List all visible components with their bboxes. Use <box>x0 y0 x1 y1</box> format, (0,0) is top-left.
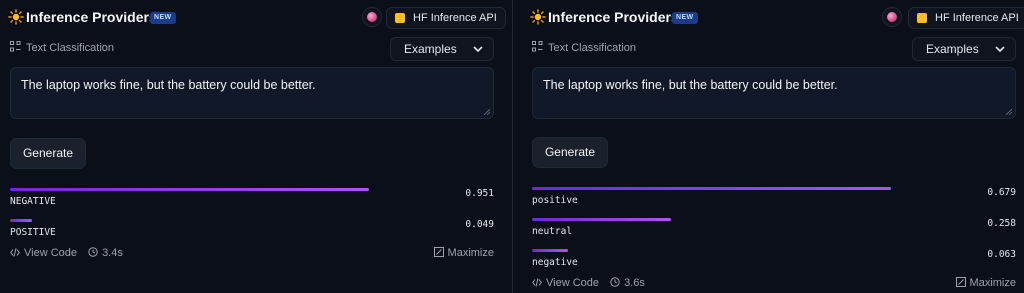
provider-name: HF Inference API <box>413 12 497 24</box>
score-bar <box>532 249 568 252</box>
text-classification-icon <box>532 41 543 52</box>
examples-dropdown[interactable]: Examples <box>912 37 1016 61</box>
result-score: 0.049 <box>465 219 494 230</box>
elapsed-time-value: 3.4s <box>102 247 123 259</box>
elapsed-time: 3.6s <box>610 277 645 289</box>
maximize-label: Maximize <box>447 247 494 259</box>
inference-widget-right: Inference Providers NEW HF Inference API… <box>522 0 1024 293</box>
result-score: 0.258 <box>987 218 1016 229</box>
widget-title: Inference Providers <box>26 9 157 25</box>
provider-name: HF Inference API <box>935 12 1019 24</box>
generate-button[interactable]: Generate <box>10 138 86 169</box>
result-score: 0.063 <box>987 249 1016 260</box>
task-name: Text Classification <box>548 42 637 54</box>
sun-icon <box>8 9 24 25</box>
result-label: positive <box>532 195 578 206</box>
examples-label: Examples <box>926 42 979 56</box>
clock-icon <box>88 247 98 257</box>
chevron-down-icon <box>995 46 1005 53</box>
resize-handle-icon[interactable] <box>484 109 490 115</box>
result-score: 0.951 <box>465 188 494 199</box>
maximize-icon <box>433 247 444 257</box>
input-text: The laptop works fine, but the battery c… <box>21 78 316 92</box>
score-bar <box>10 219 32 222</box>
task-label: Text Classification <box>10 41 114 54</box>
new-badge: NEW <box>150 12 176 24</box>
result-score: 0.679 <box>987 187 1016 198</box>
code-icon <box>532 278 542 287</box>
examples-label: Examples <box>404 42 457 56</box>
sun-icon <box>530 9 546 25</box>
widget-title: Inference Providers <box>548 9 679 25</box>
resize-handle-icon[interactable] <box>1006 109 1012 115</box>
maximize-label: Maximize <box>969 277 1016 289</box>
hf-logo-icon <box>917 13 927 23</box>
hf-logo-icon <box>395 13 405 23</box>
examples-dropdown[interactable]: Examples <box>390 37 494 61</box>
code-icon <box>10 248 20 257</box>
score-bar <box>10 188 369 191</box>
result-label: NEGATIVE <box>10 196 56 207</box>
task-name: Text Classification <box>26 42 115 54</box>
widget-footer: View Code 3.4s <box>10 247 123 259</box>
new-badge: NEW <box>672 12 698 24</box>
result-label: POSITIVE <box>10 227 56 238</box>
widget-footer: View Code 3.6s <box>532 277 645 289</box>
view-code-label: View Code <box>546 277 599 289</box>
provider-avatar-icon[interactable] <box>882 7 902 27</box>
inference-widget-left: Inference Providers NEW HF Inference API… <box>0 0 506 293</box>
generate-button[interactable]: Generate <box>532 137 608 168</box>
clock-icon <box>610 277 620 287</box>
text-classification-icon <box>10 41 21 52</box>
view-code-label: View Code <box>24 247 77 259</box>
view-code-link[interactable]: View Code <box>532 277 602 289</box>
input-textarea[interactable]: The laptop works fine, but the battery c… <box>10 67 494 119</box>
view-code-link[interactable]: View Code <box>10 247 80 259</box>
task-label: Text Classification <box>532 41 636 54</box>
elapsed-time: 3.4s <box>88 247 123 259</box>
input-textarea[interactable]: The laptop works fine, but the battery c… <box>532 67 1016 119</box>
provider-avatar-icon[interactable] <box>362 7 382 27</box>
elapsed-time-value: 3.6s <box>624 277 645 289</box>
result-label: negative <box>532 257 578 268</box>
provider-selector[interactable]: HF Inference API <box>386 7 506 29</box>
maximize-button[interactable]: Maximize <box>433 247 494 259</box>
score-bar <box>532 187 891 190</box>
input-text: The laptop works fine, but the battery c… <box>543 78 838 92</box>
score-bar <box>532 218 671 221</box>
maximize-button[interactable]: Maximize <box>955 277 1016 289</box>
chevron-down-icon <box>473 46 483 53</box>
panel-divider <box>512 0 513 293</box>
maximize-icon <box>955 277 966 287</box>
provider-selector[interactable]: HF Inference API <box>908 7 1024 29</box>
result-label: neutral <box>532 226 573 237</box>
